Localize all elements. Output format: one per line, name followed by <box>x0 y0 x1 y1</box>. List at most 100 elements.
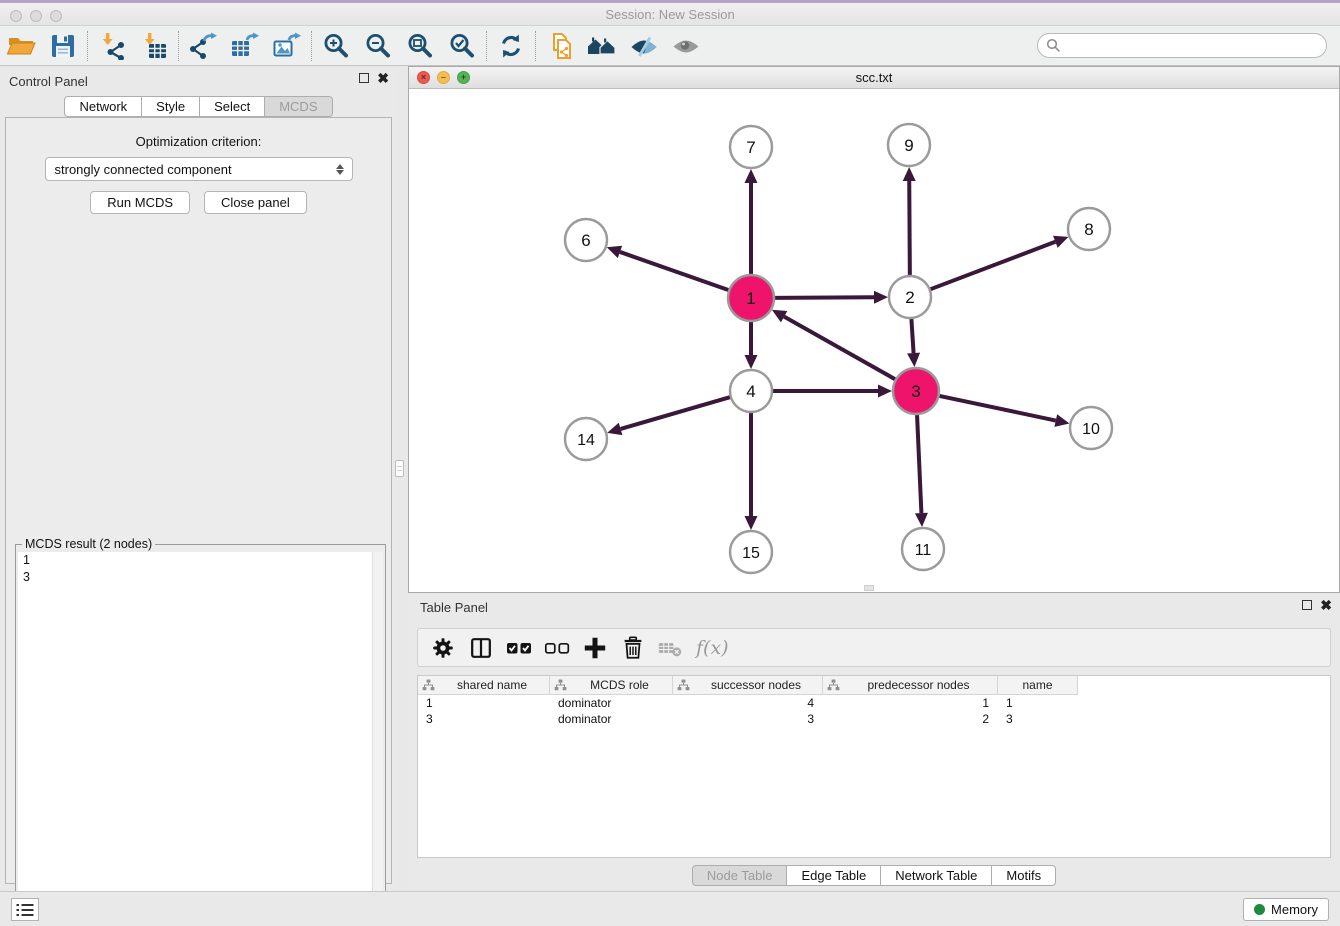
network-close-button[interactable]: × <box>417 71 430 84</box>
network-graph[interactable]: 7 9 6 8 1 2 4 3 14 10 15 11 <box>409 89 1339 592</box>
column-header-shared-name[interactable]: shared name <box>418 676 550 695</box>
graph-edge-3-11[interactable] <box>917 415 921 513</box>
table-cell[interactable]: dominator <box>550 695 673 711</box>
graph-edge-2-3[interactable] <box>911 319 913 353</box>
graph-node-7[interactable]: 7 <box>730 126 772 168</box>
close-panel-button[interactable]: Close panel <box>204 191 307 214</box>
close-window-button[interactable] <box>10 10 22 22</box>
zoom-selected-button[interactable] <box>441 29 483 63</box>
table-row[interactable]: 1dominator411 <box>418 695 1330 711</box>
delete-table-button[interactable] <box>656 633 685 662</box>
add-column-button[interactable] <box>580 633 609 662</box>
graph-edge-3-1[interactable] <box>784 317 895 380</box>
import-table-button[interactable] <box>133 29 175 63</box>
graph-edge-1-2[interactable] <box>775 297 874 298</box>
close-panel-icon[interactable]: ✖ <box>377 73 389 83</box>
table-tab-motifs[interactable]: Motifs <box>992 865 1056 886</box>
graph-edge-2-8[interactable] <box>931 242 1056 289</box>
tab-style[interactable]: Style <box>142 96 200 117</box>
float-table-panel-icon[interactable] <box>1302 600 1312 610</box>
delete-column-button[interactable] <box>618 633 647 662</box>
table-tab-edge-table[interactable]: Edge Table <box>787 865 881 886</box>
tab-select[interactable]: Select <box>200 96 265 117</box>
zoom-window-button[interactable] <box>50 10 62 22</box>
table-cell[interactable]: 1 <box>418 695 550 711</box>
column-header-label: MCDS role <box>567 678 672 692</box>
graph-edge-1-6[interactable] <box>620 252 728 290</box>
graph-node-2[interactable]: 2 <box>889 276 931 318</box>
export-network-button[interactable] <box>182 29 224 63</box>
column-layout-button[interactable] <box>466 633 495 662</box>
table-cell[interactable]: 3 <box>418 711 550 727</box>
zoom-out-button[interactable] <box>357 29 399 63</box>
network-zoom-button[interactable]: + <box>457 71 470 84</box>
graph-node-10[interactable]: 10 <box>1070 407 1112 449</box>
function-builder-button[interactable]: f(x) <box>696 637 729 659</box>
zoom-in-button[interactable] <box>315 29 357 63</box>
window-controls-inactive[interactable] <box>10 10 62 22</box>
table-settings-button[interactable] <box>428 633 457 662</box>
column-header-predecessor-nodes[interactable]: predecessor nodes <box>823 676 998 695</box>
table-tab-network-table[interactable]: Network Table <box>881 865 992 886</box>
refresh-view-button[interactable] <box>490 29 532 63</box>
select-all-button[interactable] <box>504 633 533 662</box>
zoom-fit-button[interactable] <box>399 29 441 63</box>
table-cell[interactable]: 4 <box>673 695 823 711</box>
copy-network-button[interactable] <box>539 29 581 63</box>
search-box[interactable] <box>1037 33 1327 58</box>
open-folder-icon <box>6 32 36 60</box>
memory-button[interactable]: Memory <box>1243 898 1329 921</box>
column-header-MCDS-role[interactable]: MCDS role <box>550 676 673 695</box>
minimize-window-button[interactable] <box>30 10 42 22</box>
table-cell[interactable]: 1 <box>823 695 998 711</box>
canvas-scroll-grip[interactable] <box>864 585 874 591</box>
search-input[interactable] <box>1061 36 1326 56</box>
float-panel-icon[interactable] <box>359 73 369 83</box>
table-cell[interactable]: dominator <box>550 711 673 727</box>
result-scrollbar[interactable] <box>372 552 383 918</box>
table-row[interactable]: 3dominator323 <box>418 711 1330 727</box>
save-session-button[interactable] <box>42 29 84 63</box>
graph-node-label: 14 <box>577 432 595 449</box>
close-table-panel-icon[interactable]: ✖ <box>1320 600 1332 610</box>
deselect-all-button[interactable] <box>542 633 571 662</box>
network-minimize-button[interactable]: – <box>437 71 450 84</box>
network-window-titlebar[interactable]: × – + scc.txt <box>409 67 1339 89</box>
column-header-successor-nodes[interactable]: successor nodes <box>673 676 823 695</box>
graph-edge-4-14[interactable] <box>621 397 730 429</box>
table-cell[interactable]: 1 <box>998 695 1078 711</box>
open-session-button[interactable] <box>0 29 42 63</box>
import-network-button[interactable] <box>91 29 133 63</box>
graph-node-1[interactable]: 1 <box>728 275 774 321</box>
tab-mcds[interactable]: MCDS <box>265 96 332 117</box>
hide-selected-button[interactable] <box>623 29 665 63</box>
network-canvas[interactable]: 7 9 6 8 1 2 4 3 14 10 15 11 <box>409 89 1339 592</box>
graph-node-11[interactable]: 11 <box>902 528 944 570</box>
graph-node-4[interactable]: 4 <box>730 370 772 412</box>
graph-edge-3-10[interactable] <box>939 396 1055 421</box>
table-tab-node-table[interactable]: Node Table <box>692 865 788 886</box>
tab-network[interactable]: Network <box>64 96 142 117</box>
graph-node-15[interactable]: 15 <box>730 531 772 573</box>
table-cell[interactable]: 3 <box>998 711 1078 727</box>
table-cell[interactable]: 3 <box>673 711 823 727</box>
export-image-icon <box>272 32 302 60</box>
export-table-button[interactable] <box>224 29 266 63</box>
table-cell[interactable]: 2 <box>823 711 998 727</box>
graph-edge-2-9[interactable] <box>909 181 910 275</box>
graph-node-8[interactable]: 8 <box>1068 208 1110 250</box>
column-header-name[interactable]: name <box>998 676 1078 695</box>
export-image-button[interactable] <box>266 29 308 63</box>
graph-node-14[interactable]: 14 <box>565 418 607 460</box>
graph-node-9[interactable]: 9 <box>888 124 930 166</box>
graph-node-3[interactable]: 3 <box>893 368 939 414</box>
show-all-button[interactable] <box>665 29 707 63</box>
criterion-dropdown[interactable]: strongly connected component <box>45 157 353 181</box>
task-history-button[interactable] <box>11 898 39 921</box>
graph-node-6[interactable]: 6 <box>565 219 607 261</box>
first-neighbors-button[interactable] <box>581 29 623 63</box>
panel-divider-handle[interactable] <box>395 460 404 477</box>
run-mcds-button[interactable]: Run MCDS <box>90 191 190 214</box>
mcds-result-list[interactable]: 13 <box>18 552 383 918</box>
node-table[interactable]: shared name MCDS rolesuccessor nodesprede… <box>417 675 1331 858</box>
